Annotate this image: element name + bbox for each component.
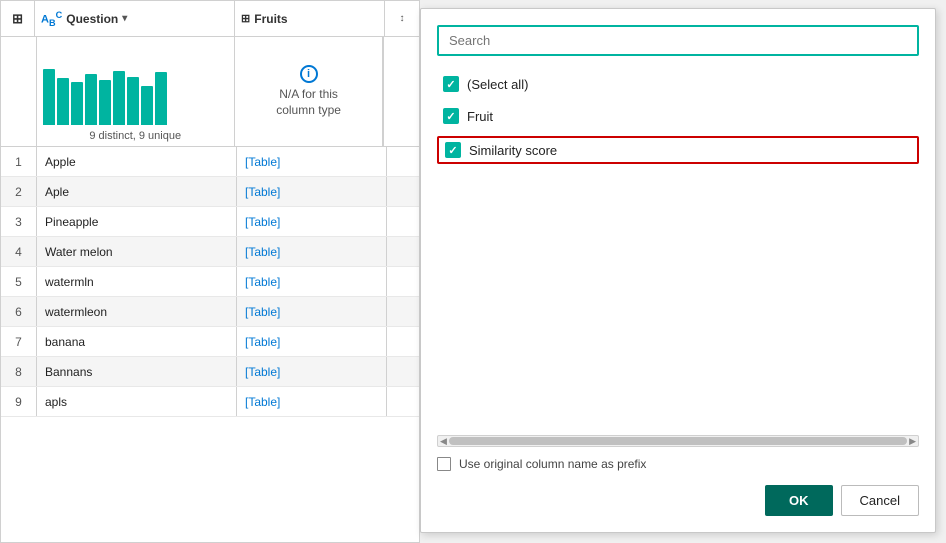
bars-container bbox=[43, 65, 228, 125]
table-row[interactable]: 7 banana [Table] bbox=[1, 327, 419, 357]
sort-column-header[interactable]: ↕ bbox=[385, 1, 419, 36]
checkbox-item[interactable]: ✓ Fruit bbox=[437, 104, 919, 128]
table-row[interactable]: 6 watermleon [Table] bbox=[1, 297, 419, 327]
prefix-row: Use original column name as prefix bbox=[437, 457, 919, 471]
table-row[interactable]: 4 Water melon [Table] bbox=[1, 237, 419, 267]
checkbox-item[interactable]: ✓ (Select all) bbox=[437, 72, 919, 96]
checkbox-item[interactable]: ✓ Similarity score bbox=[437, 136, 919, 164]
profile-area: 9 distinct, 9 unique i N/A for thiscolum… bbox=[1, 37, 419, 147]
question-cell: Pineapple bbox=[37, 207, 237, 236]
index-column-header: ⊞ bbox=[1, 1, 35, 36]
fruits-cell: [Table] bbox=[237, 357, 387, 386]
bar bbox=[85, 74, 97, 125]
fruits-type-icon: ⊞ bbox=[241, 12, 250, 25]
text-type-icon: ABC bbox=[41, 10, 62, 28]
question-cell: Bannans bbox=[37, 357, 237, 386]
row-index: 5 bbox=[1, 267, 37, 296]
question-cell: Apple bbox=[37, 147, 237, 176]
fruits-cell: [Table] bbox=[237, 147, 387, 176]
row-index: 7 bbox=[1, 327, 37, 356]
bar bbox=[127, 77, 139, 125]
table-row[interactable]: 1 Apple [Table] bbox=[1, 147, 419, 177]
row-index: 1 bbox=[1, 147, 37, 176]
row-index: 3 bbox=[1, 207, 37, 236]
dropdown-arrow-icon[interactable]: ▾ bbox=[122, 13, 127, 24]
row-index: 8 bbox=[1, 357, 37, 386]
profile-bars-area: 9 distinct, 9 unique bbox=[37, 37, 235, 146]
row-index: 9 bbox=[1, 387, 37, 416]
fruits-cell: [Table] bbox=[237, 207, 387, 236]
question-cell: banana bbox=[37, 327, 237, 356]
table-row[interactable]: 9 apls [Table] bbox=[1, 387, 419, 417]
sort-icon[interactable]: ↕ bbox=[400, 13, 405, 24]
question-cell: watermln bbox=[37, 267, 237, 296]
table-body: 1 Apple [Table] 2 Aple [Table] 3 Pineapp… bbox=[1, 147, 419, 417]
checkmark-icon: ✓ bbox=[448, 144, 457, 157]
checkmark-icon: ✓ bbox=[446, 110, 455, 123]
bar bbox=[113, 71, 125, 125]
search-input[interactable] bbox=[437, 25, 919, 56]
question-cell: Aple bbox=[37, 177, 237, 206]
row-index: 2 bbox=[1, 177, 37, 206]
fruits-cell: [Table] bbox=[237, 177, 387, 206]
row-index: 6 bbox=[1, 297, 37, 326]
bar bbox=[57, 78, 69, 125]
prefix-label: Use original column name as prefix bbox=[459, 457, 646, 471]
table-row[interactable]: 3 Pineapple [Table] bbox=[1, 207, 419, 237]
question-column-header[interactable]: ABC Question ▾ bbox=[35, 1, 235, 36]
table-header: ⊞ ABC Question ▾ ⊞ Fruits ↕ bbox=[1, 1, 419, 37]
fruits-column-header[interactable]: ⊞ Fruits bbox=[235, 1, 385, 36]
bar bbox=[43, 69, 55, 125]
scroll-right-icon[interactable]: ▶ bbox=[909, 436, 916, 447]
table-grid-icon: ⊞ bbox=[12, 11, 23, 27]
horizontal-scrollbar[interactable]: ◀ ▶ bbox=[437, 435, 919, 447]
dialog-footer: OK Cancel bbox=[437, 485, 919, 516]
expand-columns-dialog: ✓ (Select all) ✓ Fruit ✓ Similarity scor… bbox=[420, 8, 936, 533]
prefix-checkbox[interactable] bbox=[437, 457, 451, 471]
checkmark-icon: ✓ bbox=[446, 78, 455, 91]
profile-index-cell bbox=[1, 37, 37, 146]
checkbox-label: Fruit bbox=[467, 109, 493, 124]
scroll-left-icon[interactable]: ◀ bbox=[440, 436, 447, 447]
fruits-column-label: Fruits bbox=[254, 12, 287, 26]
bar bbox=[155, 72, 167, 125]
checkbox-list: ✓ (Select all) ✓ Fruit ✓ Similarity scor… bbox=[437, 66, 919, 425]
checkbox-label: (Select all) bbox=[467, 77, 528, 92]
profile-label: 9 distinct, 9 unique bbox=[43, 130, 228, 142]
cancel-button[interactable]: Cancel bbox=[841, 485, 919, 516]
bar bbox=[99, 80, 111, 125]
table-container: ⊞ ABC Question ▾ ⊞ Fruits ↕ 9 distinct, … bbox=[0, 0, 420, 543]
question-cell: watermleon bbox=[37, 297, 237, 326]
checkbox[interactable]: ✓ bbox=[443, 108, 459, 124]
fruits-cell: [Table] bbox=[237, 387, 387, 416]
fruits-cell: [Table] bbox=[237, 327, 387, 356]
fruits-cell: [Table] bbox=[237, 237, 387, 266]
na-text: N/A for thiscolumn type bbox=[276, 87, 341, 118]
table-row[interactable]: 2 Aple [Table] bbox=[1, 177, 419, 207]
checkbox[interactable]: ✓ bbox=[443, 76, 459, 92]
info-icon: i bbox=[300, 65, 318, 83]
fruits-cell: [Table] bbox=[237, 267, 387, 296]
table-row[interactable]: 5 watermln [Table] bbox=[1, 267, 419, 297]
fruits-cell: [Table] bbox=[237, 297, 387, 326]
bar bbox=[141, 86, 153, 125]
question-column-label: Question bbox=[66, 12, 118, 26]
table-row[interactable]: 8 Bannans [Table] bbox=[1, 357, 419, 387]
profile-na-area: i N/A for thiscolumn type bbox=[235, 37, 384, 146]
question-cell: apls bbox=[37, 387, 237, 416]
checkbox[interactable]: ✓ bbox=[445, 142, 461, 158]
bar bbox=[71, 82, 83, 125]
row-index: 4 bbox=[1, 237, 37, 266]
ok-button[interactable]: OK bbox=[765, 485, 833, 516]
scroll-track[interactable] bbox=[449, 437, 907, 445]
checkbox-label: Similarity score bbox=[469, 143, 557, 158]
question-cell: Water melon bbox=[37, 237, 237, 266]
